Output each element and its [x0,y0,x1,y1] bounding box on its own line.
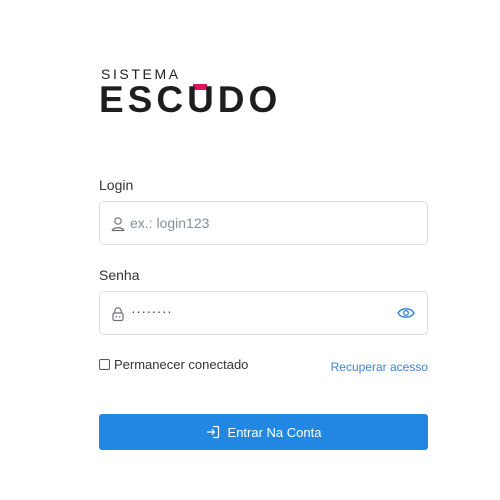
password-field[interactable]: ········ [99,291,428,335]
password-label: Senha [99,267,140,283]
user-icon [111,217,125,232]
login-field[interactable] [99,201,428,245]
sign-in-icon [206,425,219,439]
login-input[interactable] [130,202,390,244]
recover-access-link[interactable]: Recuperar acesso [331,360,428,374]
eye-icon[interactable] [397,306,415,320]
password-input[interactable]: ········ [131,303,172,319]
brand-logo: SISTEMA ESCUDO [99,64,299,124]
brand-main-word: ESCUDO [99,79,282,120]
submit-label: Entrar Na Conta [227,424,322,440]
remember-checkbox[interactable] [99,359,110,370]
remember-me[interactable]: Permanecer conectado [99,357,248,372]
remember-label: Permanecer conectado [114,357,249,372]
submit-button[interactable]: Entrar Na Conta [99,414,428,450]
lock-icon [112,307,124,322]
login-label: Login [99,177,134,193]
